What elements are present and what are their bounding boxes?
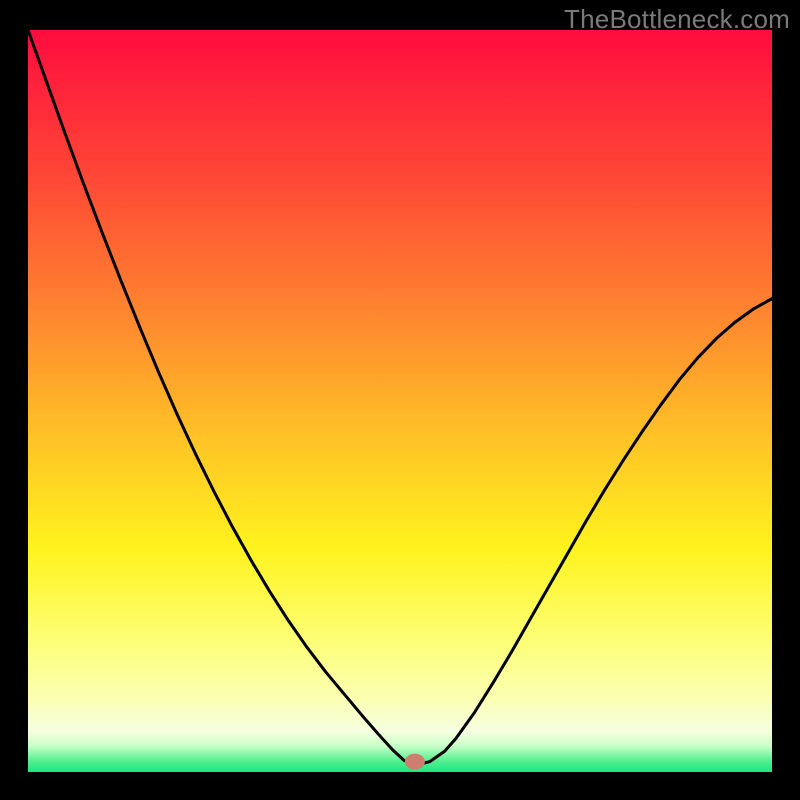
chart-svg bbox=[0, 0, 800, 800]
optimal-point-marker bbox=[405, 754, 425, 770]
gradient-background bbox=[28, 30, 772, 772]
